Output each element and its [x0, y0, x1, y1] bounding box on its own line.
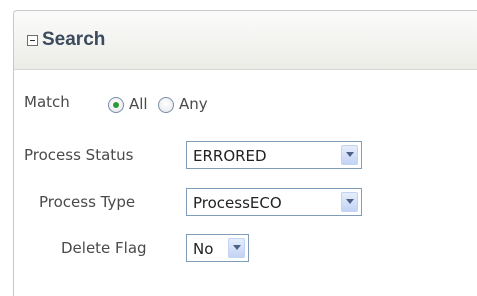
process-status-value: ERRORED [193, 147, 267, 165]
process-type-select[interactable]: ProcessECO [186, 188, 362, 216]
match-all-label[interactable]: All [129, 95, 148, 113]
process-type-label: Process Type [39, 193, 136, 211]
search-panel-header: Search [14, 11, 477, 70]
match-any-label[interactable]: Any [179, 95, 208, 113]
search-panel: Search Match All Any Process Status ERRO… [13, 10, 477, 296]
chevron-down-icon[interactable] [341, 192, 358, 212]
match-label: Match [24, 93, 70, 111]
process-status-select[interactable]: ERRORED [186, 141, 362, 169]
match-any-radio[interactable] [158, 97, 174, 113]
process-status-label: Process Status [24, 146, 134, 164]
collapse-minus-icon[interactable] [27, 35, 38, 46]
match-all-radio[interactable] [108, 97, 124, 113]
chevron-down-icon[interactable] [341, 145, 358, 165]
delete-flag-select[interactable]: No [186, 234, 249, 262]
delete-flag-value: No [193, 240, 214, 258]
process-type-value: ProcessECO [193, 194, 282, 212]
chevron-down-icon[interactable] [228, 238, 245, 258]
delete-flag-label: Delete Flag [61, 239, 147, 257]
panel-title: Search [42, 29, 106, 50]
